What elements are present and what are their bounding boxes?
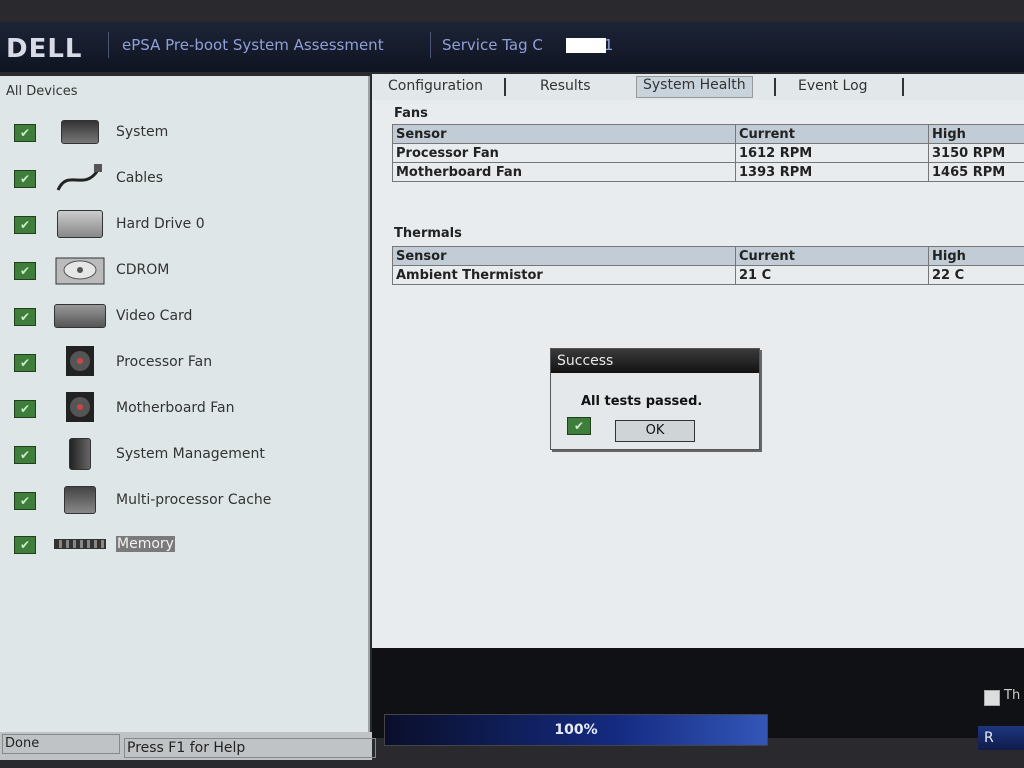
sensor-high: 22 C [928, 265, 1024, 285]
table-row: Processor Fan 1612 RPM 3150 RPM [392, 143, 1024, 163]
tab-results[interactable]: Results [540, 78, 591, 94]
sensor-high: 3150 RPM [928, 143, 1024, 163]
device-label: Multi-processor Cache [116, 492, 272, 508]
sensor-current: 21 C [735, 265, 929, 285]
memory-icon [54, 528, 106, 560]
device-label: System Management [116, 446, 265, 462]
device-cdrom[interactable]: ✔ CDROM [0, 252, 368, 292]
tab-event-log[interactable]: Event Log [798, 78, 868, 94]
column-header: Sensor [392, 246, 736, 266]
checkmark-icon: ✔ [14, 400, 36, 418]
dialog-title: Success [551, 349, 759, 373]
tag-separator [430, 32, 431, 58]
fan-icon [54, 346, 106, 378]
progress-text: 100% [554, 722, 598, 738]
tab-divider [504, 78, 506, 96]
sensor-name: Ambient Thermistor [392, 265, 736, 285]
device-system[interactable]: ✔ System [0, 114, 368, 154]
table-header-row: Sensor Current High [392, 124, 1024, 144]
device-label: CDROM [116, 262, 170, 278]
thermals-table: Sensor Current High Ambient Thermistor 2… [392, 246, 1024, 285]
redaction-box [566, 38, 606, 53]
status-bar: Done Press F1 for Help [0, 732, 376, 760]
checkmark-icon: ✔ [14, 170, 36, 188]
ok-button[interactable]: OK [615, 420, 695, 442]
tab-divider [902, 78, 904, 96]
sensor-name: Motherboard Fan [392, 162, 736, 182]
cpu-icon [54, 484, 106, 516]
column-header: High [928, 246, 1024, 266]
device-processor-fan[interactable]: ✔ Processor Fan [0, 344, 368, 384]
device-memory[interactable]: ✔ Memory [0, 526, 368, 566]
cable-icon [54, 162, 106, 194]
checkmark-icon: ✔ [14, 492, 36, 510]
checkmark-icon: ✔ [14, 446, 36, 464]
checkmark-icon: ✔ [14, 308, 36, 326]
table-row: Motherboard Fan 1393 RPM 1465 RPM [392, 162, 1024, 182]
column-header: Sensor [392, 124, 736, 144]
success-dialog: Success All tests passed. ✔ OK [550, 348, 760, 450]
checkmark-icon: ✔ [14, 216, 36, 234]
thermals-title: Thermals [394, 226, 462, 241]
progress-bar: 100% [384, 714, 768, 746]
checkmark-icon: ✔ [14, 536, 36, 554]
title-separator [108, 32, 109, 58]
fan-icon [54, 392, 106, 424]
device-label: Processor Fan [116, 354, 213, 370]
table-row: Ambient Thermistor 21 C 22 C [392, 265, 1024, 285]
device-list-panel: All Devices ✔ System ✔ Cables ✔ Hard Dri… [0, 76, 370, 732]
title-bar: DELL ePSA Pre-boot System Assessment Ser… [0, 22, 1024, 72]
status-help: Press F1 for Help [124, 738, 376, 758]
device-label: Cables [116, 170, 164, 186]
device-label: System [116, 124, 169, 140]
sensor-current: 1612 RPM [735, 143, 929, 163]
tab-configuration[interactable]: Configuration [388, 78, 483, 94]
sensor-name: Processor Fan [392, 143, 736, 163]
device-label: Video Card [116, 308, 193, 324]
tab-divider [774, 78, 776, 96]
video-card-icon [54, 300, 106, 332]
hard-drive-icon [54, 208, 106, 240]
device-label: Motherboard Fan [116, 400, 235, 416]
table-header-row: Sensor Current High [392, 246, 1024, 266]
device-system-management[interactable]: ✔ System Management [0, 436, 368, 476]
tab-system-health[interactable]: System Health [636, 76, 753, 98]
column-header: High [928, 124, 1024, 144]
sensor-high: 1465 RPM [928, 162, 1024, 182]
device-motherboard-fan[interactable]: ✔ Motherboard Fan [0, 390, 368, 430]
tab-bar: Configuration Results System Health Even… [372, 74, 1024, 100]
cdrom-icon [54, 254, 106, 286]
checkmark-icon: ✔ [14, 354, 36, 372]
laptop-icon [54, 116, 106, 148]
service-tag-label: Service Tag C [442, 36, 543, 54]
column-header: Current [735, 124, 929, 144]
device-cables[interactable]: ✔ Cables [0, 160, 368, 200]
device-multiprocessor-cache[interactable]: ✔ Multi-processor Cache [0, 482, 368, 522]
status-done: Done [2, 734, 120, 754]
option-checkbox-label: Th [1004, 688, 1021, 703]
sensor-current: 1393 RPM [735, 162, 929, 182]
dialog-message: All tests passed. [581, 394, 703, 409]
server-icon [54, 438, 106, 470]
checkmark-icon: ✔ [14, 262, 36, 280]
fans-title: Fans [394, 106, 428, 121]
run-button[interactable]: R [978, 726, 1024, 750]
dell-logo: DELL [6, 34, 83, 64]
device-label: Memory [116, 536, 175, 552]
fans-table: Sensor Current High Processor Fan 1612 R… [392, 124, 1024, 182]
column-header: Current [735, 246, 929, 266]
checkmark-icon: ✔ [567, 417, 591, 435]
app-title: ePSA Pre-boot System Assessment [122, 36, 384, 54]
option-checkbox[interactable] [984, 690, 1000, 706]
checkmark-icon: ✔ [14, 124, 36, 142]
device-label: Hard Drive 0 [116, 216, 205, 232]
all-devices-label[interactable]: All Devices [6, 84, 77, 99]
device-hard-drive[interactable]: ✔ Hard Drive 0 [0, 206, 368, 246]
device-video-card[interactable]: ✔ Video Card [0, 298, 368, 338]
